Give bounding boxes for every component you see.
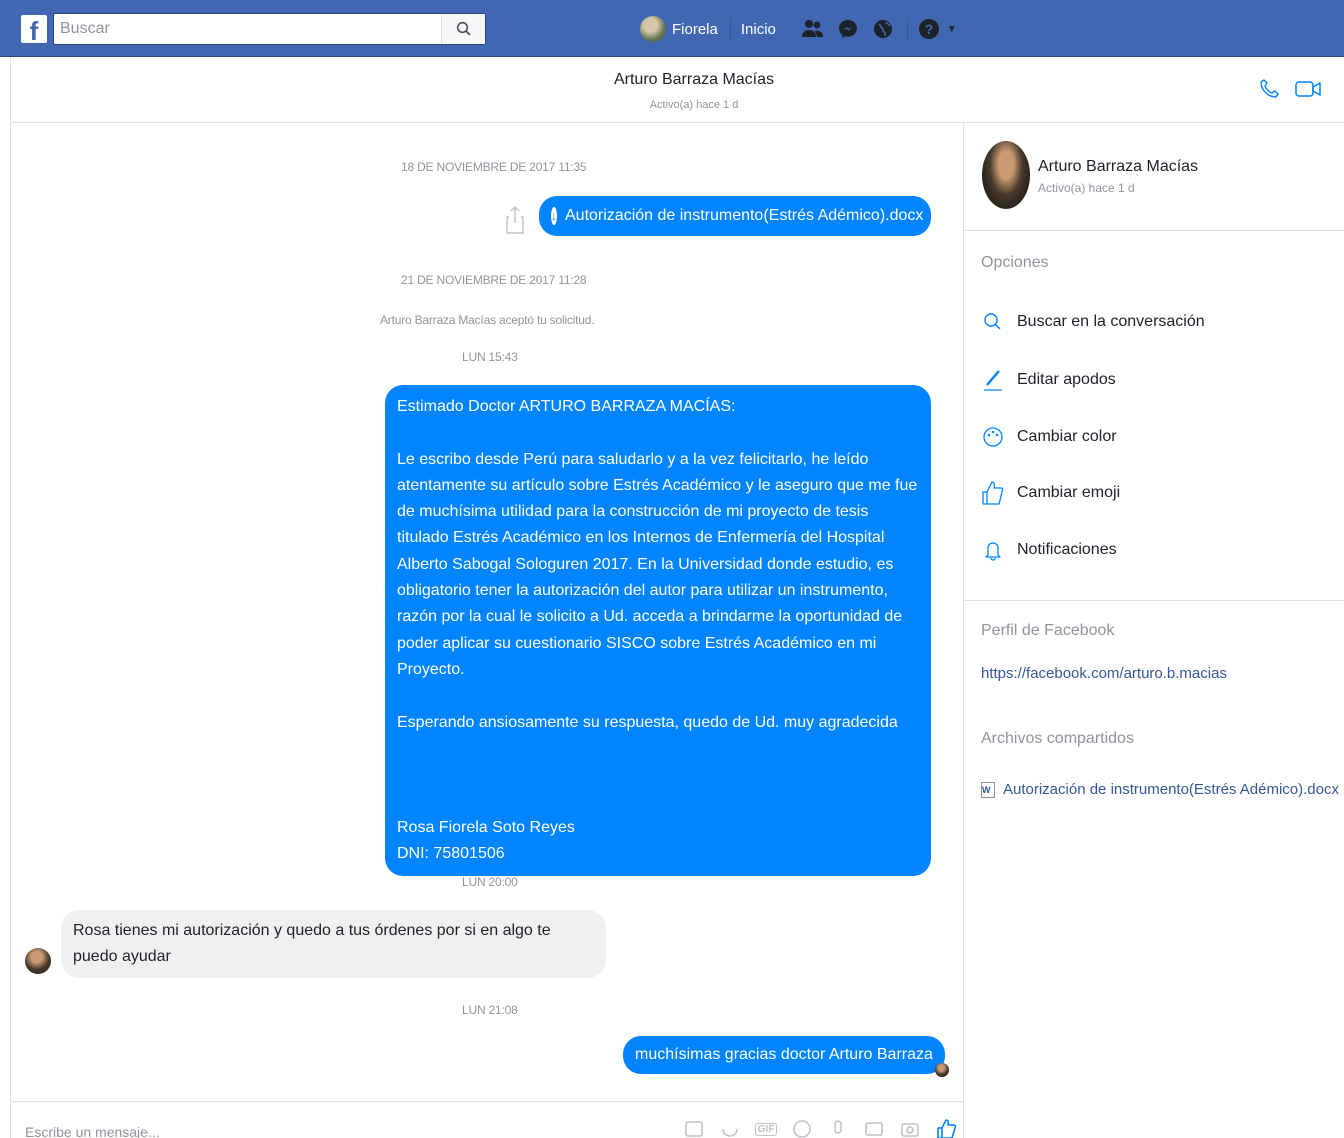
message-composer: GIF: [10, 1101, 964, 1138]
nav-divider: [729, 18, 731, 40]
search-icon: [981, 310, 1005, 334]
bell-icon: [981, 538, 1005, 562]
timestamp: LUN 20:00: [462, 875, 518, 889]
file-attachment-bubble[interactable]: ↓ Autorización de instrumento(Estrés Adé…: [539, 196, 931, 236]
conversation-details-panel: Arturo Barraza Macías Activo(a) hace 1 d…: [965, 123, 1344, 1138]
contact-status: Activo(a) hace 1 d: [1038, 181, 1135, 195]
message-area[interactable]: 18 DE NOVIEMBRE DE 2017 11:35 ↓ Autoriza…: [10, 123, 964, 1101]
divider: [965, 230, 1344, 231]
search-box: [53, 13, 486, 45]
shared-file-item[interactable]: Autorización de instrumento(Estrés Adémi…: [981, 781, 1343, 798]
option-label: Editar apodos: [1017, 371, 1116, 388]
search-button[interactable]: [441, 14, 485, 44]
video-call-icon[interactable]: [1295, 75, 1323, 103]
option-edit-nicknames[interactable]: Editar apodos: [981, 366, 1116, 394]
share-icon[interactable]: [505, 205, 525, 235]
microphone-icon[interactable]: [827, 1118, 849, 1138]
profile-link[interactable]: https://facebook.com/arturo.b.macias: [981, 665, 1227, 682]
palette-icon: [981, 425, 1005, 449]
timestamp: LUN 15:43: [462, 350, 518, 364]
messenger-icon[interactable]: [837, 18, 859, 40]
option-change-emoji[interactable]: Cambiar emoji: [981, 479, 1120, 507]
contact-avatar[interactable]: [25, 948, 51, 974]
voice-call-icon[interactable]: [1256, 75, 1284, 103]
file-attachment-name[interactable]: Autorización de instrumento(Estrés Adémi…: [565, 203, 923, 229]
top-bar: f Fiorela Inicio ? ▼: [0, 0, 1344, 57]
shared-file-name[interactable]: Autorización de instrumento(Estrés Adémi…: [1003, 781, 1339, 798]
friend-requests-icon[interactable]: [801, 18, 824, 40]
notifications-globe-icon[interactable]: [872, 18, 894, 40]
message-bubble-outgoing[interactable]: Estimado Doctor ARTURO BARRAZA MACÍAS: L…: [385, 385, 931, 877]
pencil-icon: [981, 368, 1005, 392]
message-input[interactable]: [25, 1124, 665, 1138]
option-label: Notificaciones: [1017, 541, 1117, 558]
conversation-header: Arturo Barraza Macías Activo(a) hace 1 d: [10, 57, 1344, 123]
timestamp: LUN 21:08: [462, 1003, 518, 1017]
top-nav: Fiorela Inicio ? ▼: [640, 12, 957, 46]
options-heading: Opciones: [981, 254, 1049, 271]
timestamp: 21 DE NOVIEMBRE DE 2017 11:28: [401, 273, 587, 287]
contact-name[interactable]: Arturo Barraza Macías: [1038, 158, 1198, 176]
option-label: Cambiar emoji: [1017, 484, 1121, 501]
option-search-conversation[interactable]: Buscar en la conversación: [981, 308, 1205, 336]
word-document-icon: [981, 781, 995, 798]
thumbs-up-icon: [981, 481, 1005, 505]
message-bubble-incoming[interactable]: Rosa tienes mi autorización y quedo a tu…: [61, 910, 606, 978]
composer-toolbar: GIF: [683, 1118, 957, 1138]
option-change-color[interactable]: Cambiar color: [981, 423, 1117, 451]
search-icon: [456, 21, 471, 36]
search-input[interactable]: [54, 14, 439, 44]
option-label: Cambiar color: [1017, 428, 1117, 445]
user-avatar[interactable]: [640, 16, 666, 42]
camera-icon[interactable]: [899, 1118, 921, 1138]
help-icon[interactable]: ?: [918, 18, 940, 40]
nav-home-link[interactable]: Inicio: [741, 21, 776, 38]
timestamp: 18 DE NOVIEMBRE DE 2017 11:35: [401, 160, 587, 174]
game-icon[interactable]: [863, 1118, 885, 1138]
chevron-down-icon[interactable]: ▼: [947, 24, 957, 35]
gif-icon[interactable]: GIF: [754, 1118, 778, 1138]
svg-text:?: ?: [925, 21, 934, 37]
option-label: Buscar en la conversación: [1017, 313, 1205, 330]
divider: [965, 600, 1344, 601]
gif-label: GIF: [754, 1122, 778, 1136]
thumbs-up-icon[interactable]: [935, 1118, 957, 1138]
shared-files-heading: Archivos compartidos: [981, 730, 1134, 747]
conversation-title: Arturo Barraza Macías: [613, 71, 775, 88]
emoji-icon[interactable]: [791, 1118, 813, 1138]
system-message: Arturo Barraza Macías aceptó tu solicitu…: [380, 313, 595, 327]
message-bubble-outgoing[interactable]: muchísimas gracias doctor Arturo Barraza: [623, 1036, 945, 1075]
nav-user-name[interactable]: Fiorela: [672, 21, 718, 38]
image-icon[interactable]: [683, 1118, 705, 1138]
nav-divider-2: [906, 18, 908, 40]
option-notifications[interactable]: Notificaciones: [981, 536, 1117, 564]
profile-heading: Perfil de Facebook: [981, 622, 1115, 639]
facebook-logo-icon[interactable]: f: [21, 15, 47, 43]
sticker-icon[interactable]: [719, 1118, 741, 1138]
seen-avatar: [935, 1063, 949, 1077]
conversation-status: Activo(a) hace 1 d: [649, 99, 739, 111]
download-icon: ↓: [551, 207, 557, 225]
contact-profile-photo[interactable]: [982, 141, 1030, 209]
